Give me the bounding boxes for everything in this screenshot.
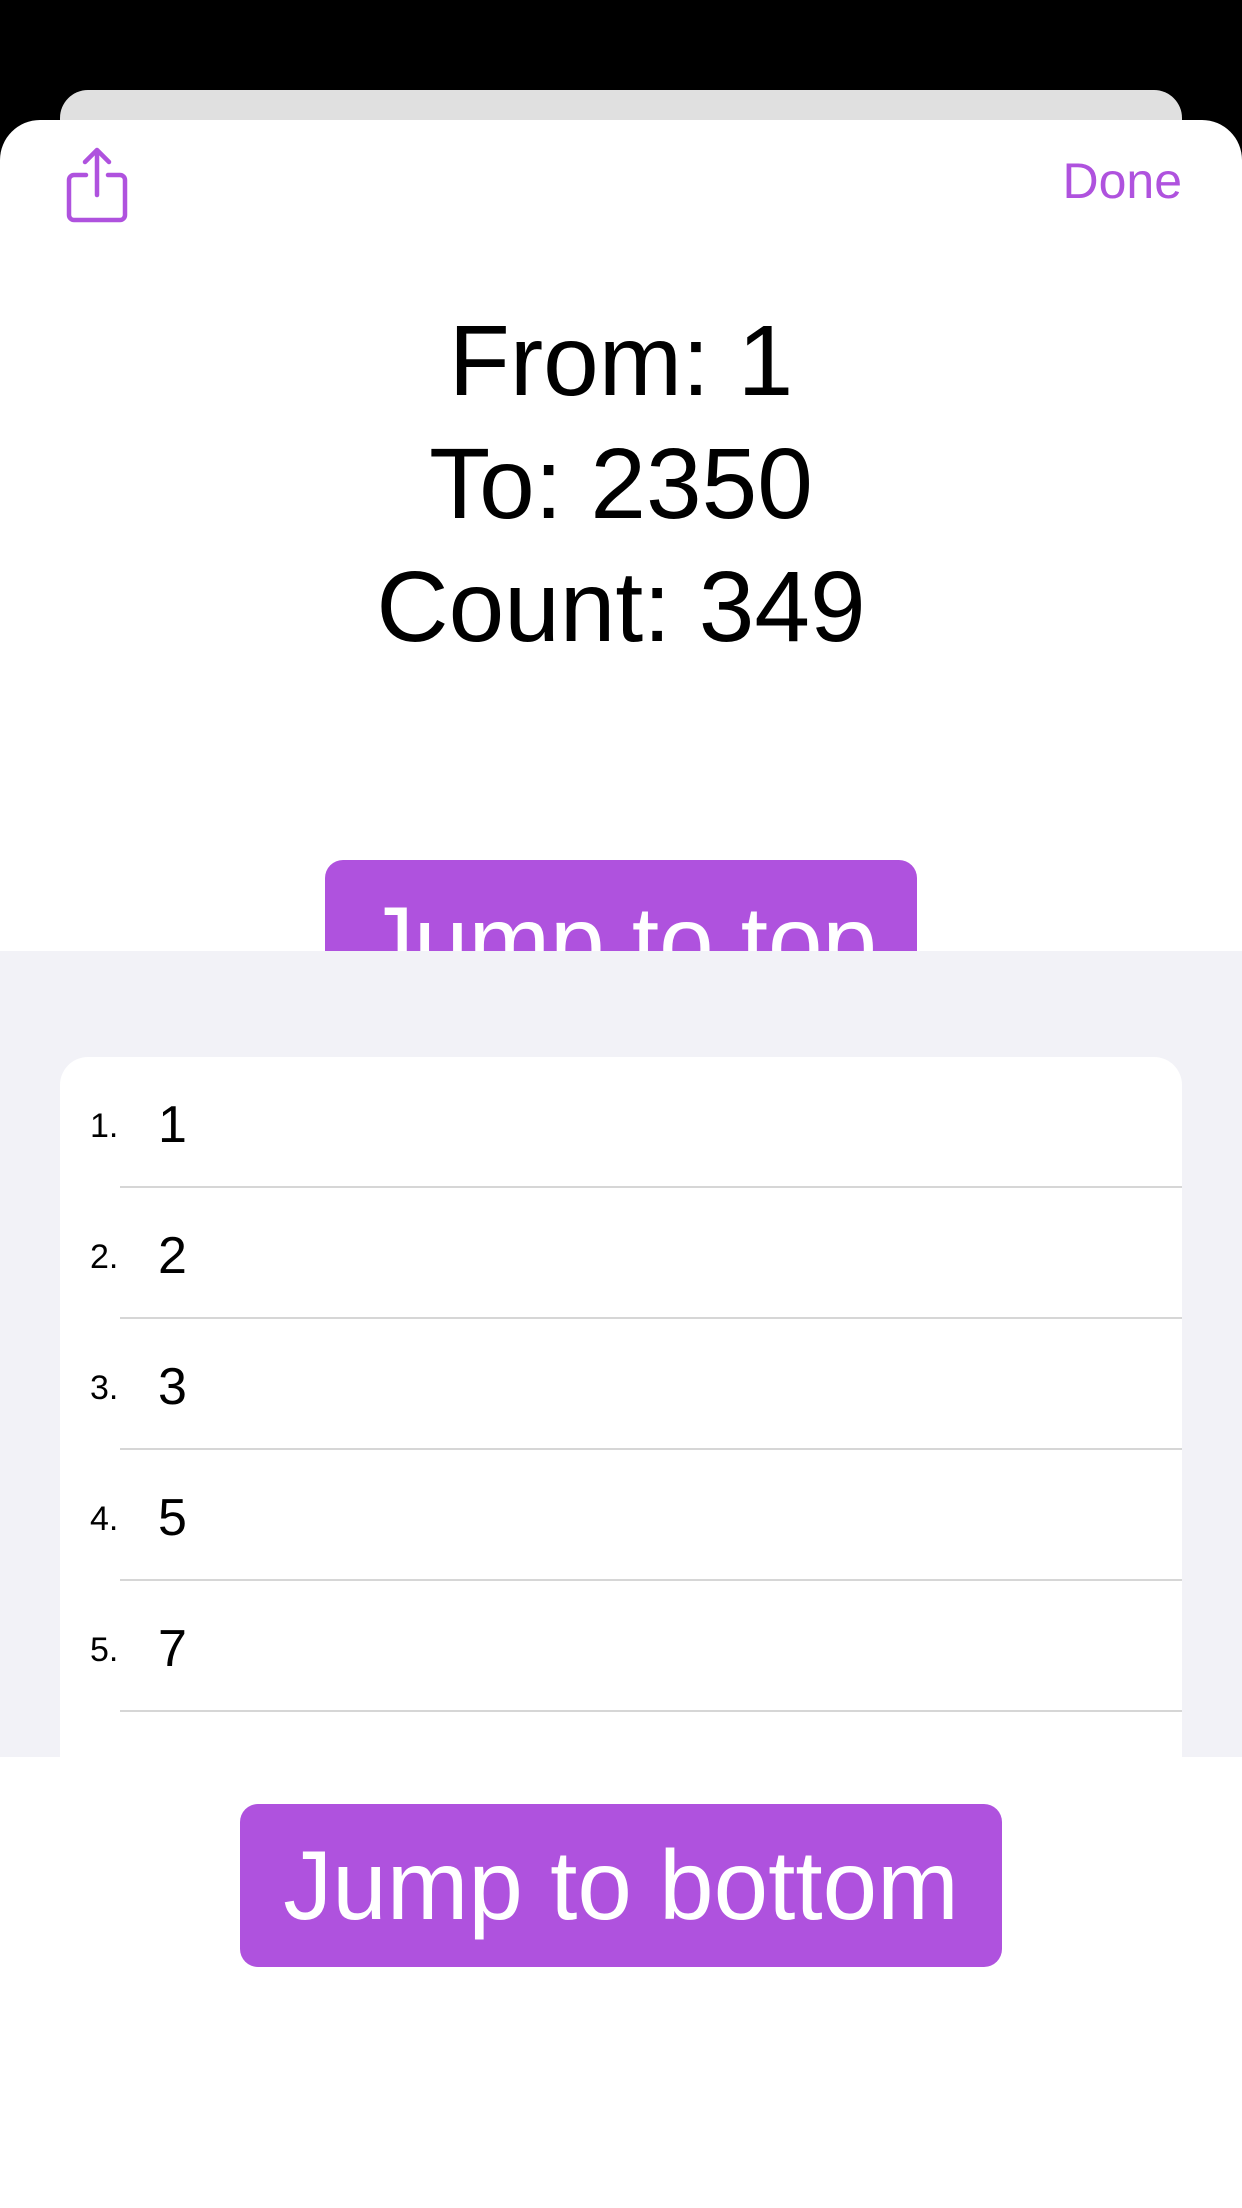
results-list-area[interactable]: 1. 1 2. 2 3. 3 4. 5 5. 7 [0, 951, 1242, 1757]
list-item-index: 1. [90, 1107, 119, 1145]
results-list: 1. 1 2. 2 3. 3 4. 5 5. 7 [60, 1057, 1182, 1757]
share-button[interactable] [62, 145, 132, 225]
list-item-index: 2. [90, 1238, 119, 1276]
list-item[interactable]: 3. 3 [60, 1319, 1182, 1450]
from-label: From: 1 [448, 305, 794, 417]
range-stats: From: 1 To: 2350 Count: 349 [0, 300, 1242, 669]
list-item[interactable]: 2. 2 [60, 1188, 1182, 1319]
list-item-value: 1 [158, 1096, 187, 1154]
list-item-value: 3 [158, 1358, 187, 1416]
bottom-bar: Jump to bottom [0, 1757, 1242, 2088]
screen: Done From: 1 To: 2350 Count: 349 Jump to… [0, 0, 1242, 2208]
jump-to-bottom-button[interactable]: Jump to bottom [240, 1804, 1002, 1967]
list-item[interactable]: 5. 7 [60, 1581, 1182, 1712]
list-item-value: 2 [158, 1227, 187, 1285]
list-item[interactable]: 4. 5 [60, 1450, 1182, 1581]
list-item-value: 5 [158, 1489, 187, 1547]
list-item-index: 3. [90, 1369, 119, 1407]
share-icon [66, 147, 128, 223]
to-label: To: 2350 [429, 428, 813, 540]
list-item-index: 4. [90, 1500, 119, 1538]
list-item[interactable]: 1. 1 [60, 1057, 1182, 1188]
done-button[interactable]: Done [1062, 156, 1182, 206]
list-item-value: 7 [158, 1620, 187, 1678]
row-divider [120, 1710, 1182, 1712]
list-item-index: 5. [90, 1631, 119, 1669]
count-label: Count: 349 [376, 551, 866, 663]
